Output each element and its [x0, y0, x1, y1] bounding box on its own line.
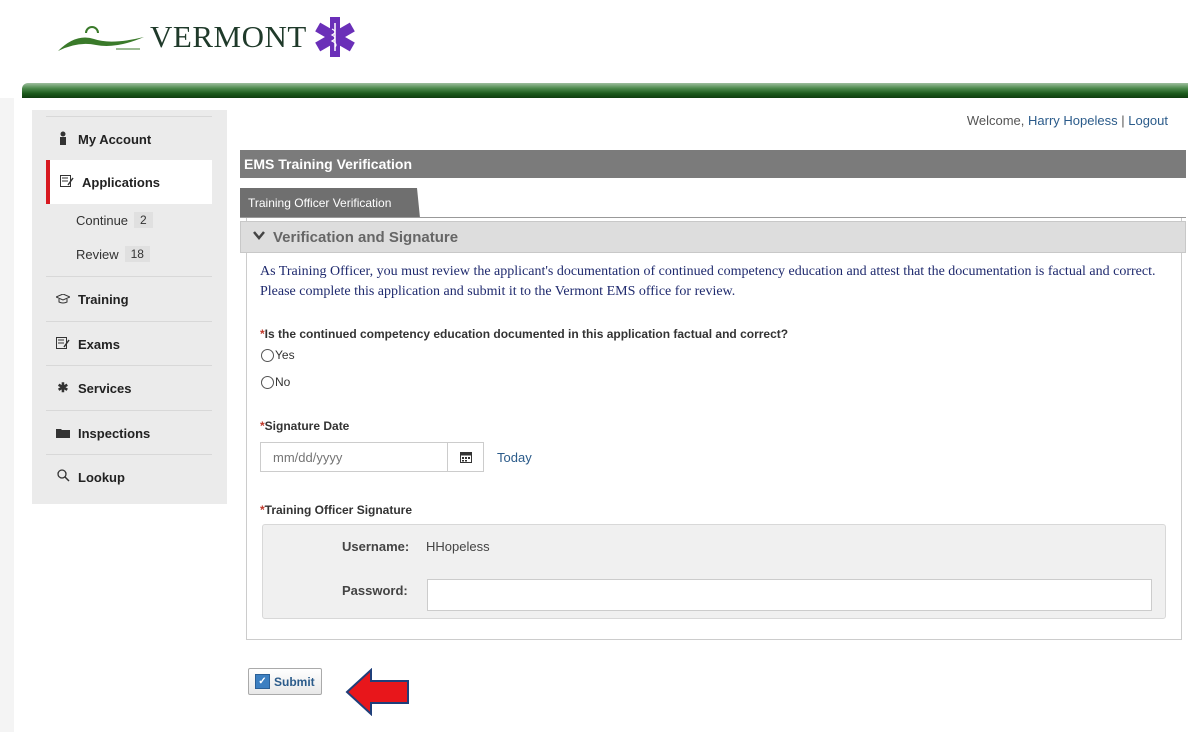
- sidebar-item-lookup[interactable]: Lookup: [46, 454, 212, 499]
- section-header[interactable]: Verification and Signature: [240, 221, 1186, 253]
- checkmark-icon: ✓: [255, 674, 270, 689]
- submit-label: Submit: [274, 674, 315, 689]
- red-arrow-icon: [345, 668, 409, 716]
- sidebar-item-label: My Account: [78, 131, 152, 147]
- asterisk-icon: ✱: [57, 380, 69, 395]
- header-divider: [22, 83, 1188, 98]
- vermont-logo: VERMONT: [56, 12, 357, 62]
- calendar-button[interactable]: [447, 442, 484, 472]
- username-label: Username:: [342, 539, 410, 554]
- radio-label: Yes: [275, 348, 295, 362]
- question-label: *Is the continued competency education d…: [260, 327, 788, 341]
- signature-date-label: *Signature Date: [260, 419, 349, 433]
- edit-icon: [60, 174, 74, 190]
- sidebar-item-label: Exams: [78, 336, 120, 352]
- left-margin: [0, 98, 14, 732]
- edit-icon: [56, 336, 70, 352]
- sidebar-item-inspections[interactable]: Inspections: [46, 410, 212, 455]
- folder-icon: [56, 426, 70, 441]
- star-of-life-icon: [314, 17, 355, 57]
- today-link[interactable]: Today: [497, 450, 532, 465]
- sidebar-item-my-account[interactable]: My Account: [46, 116, 212, 161]
- question-text: Is the continued competency education do…: [264, 327, 789, 341]
- sidebar: My Account Applications Continue 2 Revie…: [32, 110, 227, 504]
- mortarboard-icon: [54, 292, 72, 307]
- count-badge: 18: [124, 246, 150, 262]
- sidebar-subitem-review[interactable]: Review 18: [76, 243, 150, 265]
- subitem-label: Continue: [76, 212, 129, 228]
- password-input[interactable]: [427, 579, 1152, 611]
- submit-button[interactable]: ✓ Submit: [248, 668, 322, 695]
- welcome-bar: Welcome, Harry Hopeless | Logout: [967, 113, 1168, 128]
- page-title: EMS Training Verification: [240, 150, 1186, 178]
- subitem-label: Review: [76, 246, 119, 262]
- user-link[interactable]: Harry Hopeless: [1028, 113, 1118, 128]
- radio-button[interactable]: [261, 375, 274, 389]
- sidebar-item-label: Applications: [82, 174, 161, 190]
- sidebar-item-label: Training: [78, 291, 129, 307]
- search-icon: [56, 469, 70, 485]
- separator: |: [1121, 113, 1125, 128]
- label-text: Training Officer Signature: [264, 503, 413, 517]
- sidebar-item-services[interactable]: ✱ Services: [46, 365, 212, 410]
- person-icon: [56, 131, 70, 148]
- header: VERMONT: [0, 0, 1188, 98]
- logo-text: VERMONT: [150, 19, 307, 54]
- chevron-down-icon: [253, 231, 265, 243]
- mountain-icon: [58, 26, 144, 51]
- sidebar-item-label: Lookup: [78, 469, 125, 485]
- sidebar-item-label: Inspections: [78, 425, 151, 441]
- sidebar-item-applications[interactable]: Applications: [46, 160, 212, 204]
- welcome-text: Welcome,: [966, 113, 1025, 128]
- radio-button[interactable]: [261, 348, 274, 362]
- sidebar-item-label: Services: [78, 380, 132, 396]
- section-title: Verification and Signature: [273, 228, 459, 246]
- sidebar-item-training[interactable]: Training: [46, 276, 212, 321]
- count-badge: 2: [134, 212, 153, 228]
- tab-training-officer-verification[interactable]: Training Officer Verification: [240, 188, 420, 218]
- radio-yes[interactable]: Yes: [261, 348, 295, 362]
- label-text: Signature Date: [264, 419, 350, 433]
- password-label: Password:: [342, 583, 408, 598]
- logout-link[interactable]: Logout: [1128, 113, 1168, 128]
- radio-label: No: [275, 375, 291, 389]
- calendar-icon: [459, 452, 472, 463]
- username-value: HHopeless: [426, 539, 490, 554]
- signature-label: *Training Officer Signature: [260, 503, 412, 517]
- sidebar-item-exams[interactable]: Exams: [46, 321, 212, 366]
- sidebar-subitem-continue[interactable]: Continue 2: [76, 209, 153, 231]
- instructions-text: As Training Officer, you must review the…: [260, 264, 1156, 299]
- radio-no[interactable]: No: [261, 375, 290, 389]
- signature-date-input[interactable]: [260, 442, 448, 472]
